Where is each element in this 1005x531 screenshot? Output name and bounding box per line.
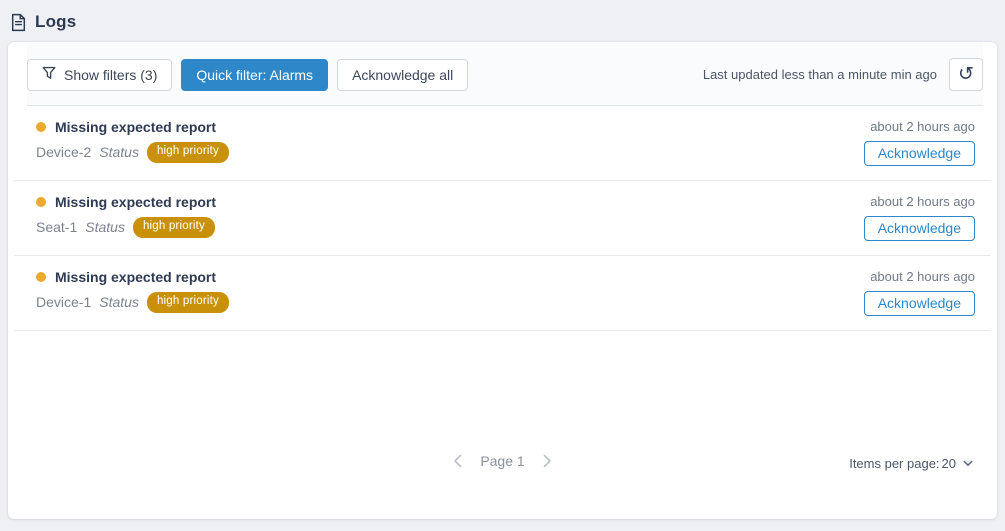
card-footer: Page 1 Items per page:20 <box>8 453 997 483</box>
log-row-main: Missing expected report Seat-1 Status hi… <box>36 194 864 238</box>
device-name: Seat-1 <box>36 219 77 235</box>
logs-document-icon <box>10 13 27 32</box>
filter-funnel-icon <box>42 66 56 83</box>
acknowledge-button[interactable]: Acknowledge <box>864 291 975 316</box>
device-name: Device-2 <box>36 144 91 160</box>
field-name: Status <box>99 144 139 160</box>
logs-card: Show filters (3) Quick filter: Alarms Ac… <box>8 42 997 519</box>
items-per-page-value: 20 <box>942 456 956 471</box>
acknowledge-all-button[interactable]: Acknowledge all <box>337 59 468 91</box>
device-name: Device-1 <box>36 294 91 310</box>
last-updated-text: Last updated less than a minute min ago <box>703 67 939 82</box>
alarm-status-dot <box>36 272 46 282</box>
items-per-page-select[interactable]: Items per page:20 <box>849 456 973 471</box>
log-row-main: Missing expected report Device-2 Status … <box>36 119 864 163</box>
log-title: Missing expected report <box>55 119 216 135</box>
priority-badge: high priority <box>133 217 215 238</box>
field-name: Status <box>99 294 139 310</box>
log-list: Missing expected report Device-2 Status … <box>14 106 991 331</box>
next-page-icon[interactable] <box>541 453 555 469</box>
log-timestamp: about 2 hours ago <box>870 194 975 209</box>
page-number-label: Page 1 <box>480 453 524 469</box>
alarm-status-dot <box>36 197 46 207</box>
log-row-side: about 2 hours ago Acknowledge <box>864 194 983 241</box>
logs-toolbar: Show filters (3) Quick filter: Alarms Ac… <box>27 42 983 106</box>
items-per-page-label: Items per page: <box>849 456 939 471</box>
toolbar-right: Last updated less than a minute min ago … <box>703 58 983 91</box>
log-row-main: Missing expected report Device-1 Status … <box>36 269 864 313</box>
log-row: Missing expected report Device-2 Status … <box>14 106 991 181</box>
log-row: Missing expected report Device-1 Status … <box>14 256 991 331</box>
priority-badge: high priority <box>147 292 229 313</box>
show-filters-button[interactable]: Show filters (3) <box>27 59 172 91</box>
acknowledge-all-label: Acknowledge all <box>352 67 453 83</box>
quick-filter-label: Quick filter: Alarms <box>196 67 313 83</box>
show-filters-label: Show filters (3) <box>64 67 157 83</box>
log-title: Missing expected report <box>55 269 216 285</box>
log-timestamp: about 2 hours ago <box>870 269 975 284</box>
refresh-icon: ↺ <box>958 65 974 84</box>
log-row-side: about 2 hours ago Acknowledge <box>864 269 983 316</box>
acknowledge-button[interactable]: Acknowledge <box>864 216 975 241</box>
log-row: Missing expected report Seat-1 Status hi… <box>14 181 991 256</box>
page-header: Logs <box>0 0 1005 40</box>
acknowledge-button[interactable]: Acknowledge <box>864 141 975 166</box>
field-name: Status <box>85 219 125 235</box>
page-title: Logs <box>35 12 76 32</box>
log-row-side: about 2 hours ago Acknowledge <box>864 119 983 166</box>
log-title: Missing expected report <box>55 194 216 210</box>
log-timestamp: about 2 hours ago <box>870 119 975 134</box>
refresh-button[interactable]: ↺ <box>949 58 983 91</box>
priority-badge: high priority <box>147 142 229 163</box>
previous-page-icon[interactable] <box>450 453 464 469</box>
chevron-down-icon <box>963 460 973 467</box>
alarm-status-dot <box>36 122 46 132</box>
quick-filter-alarms-button[interactable]: Quick filter: Alarms <box>181 59 328 91</box>
